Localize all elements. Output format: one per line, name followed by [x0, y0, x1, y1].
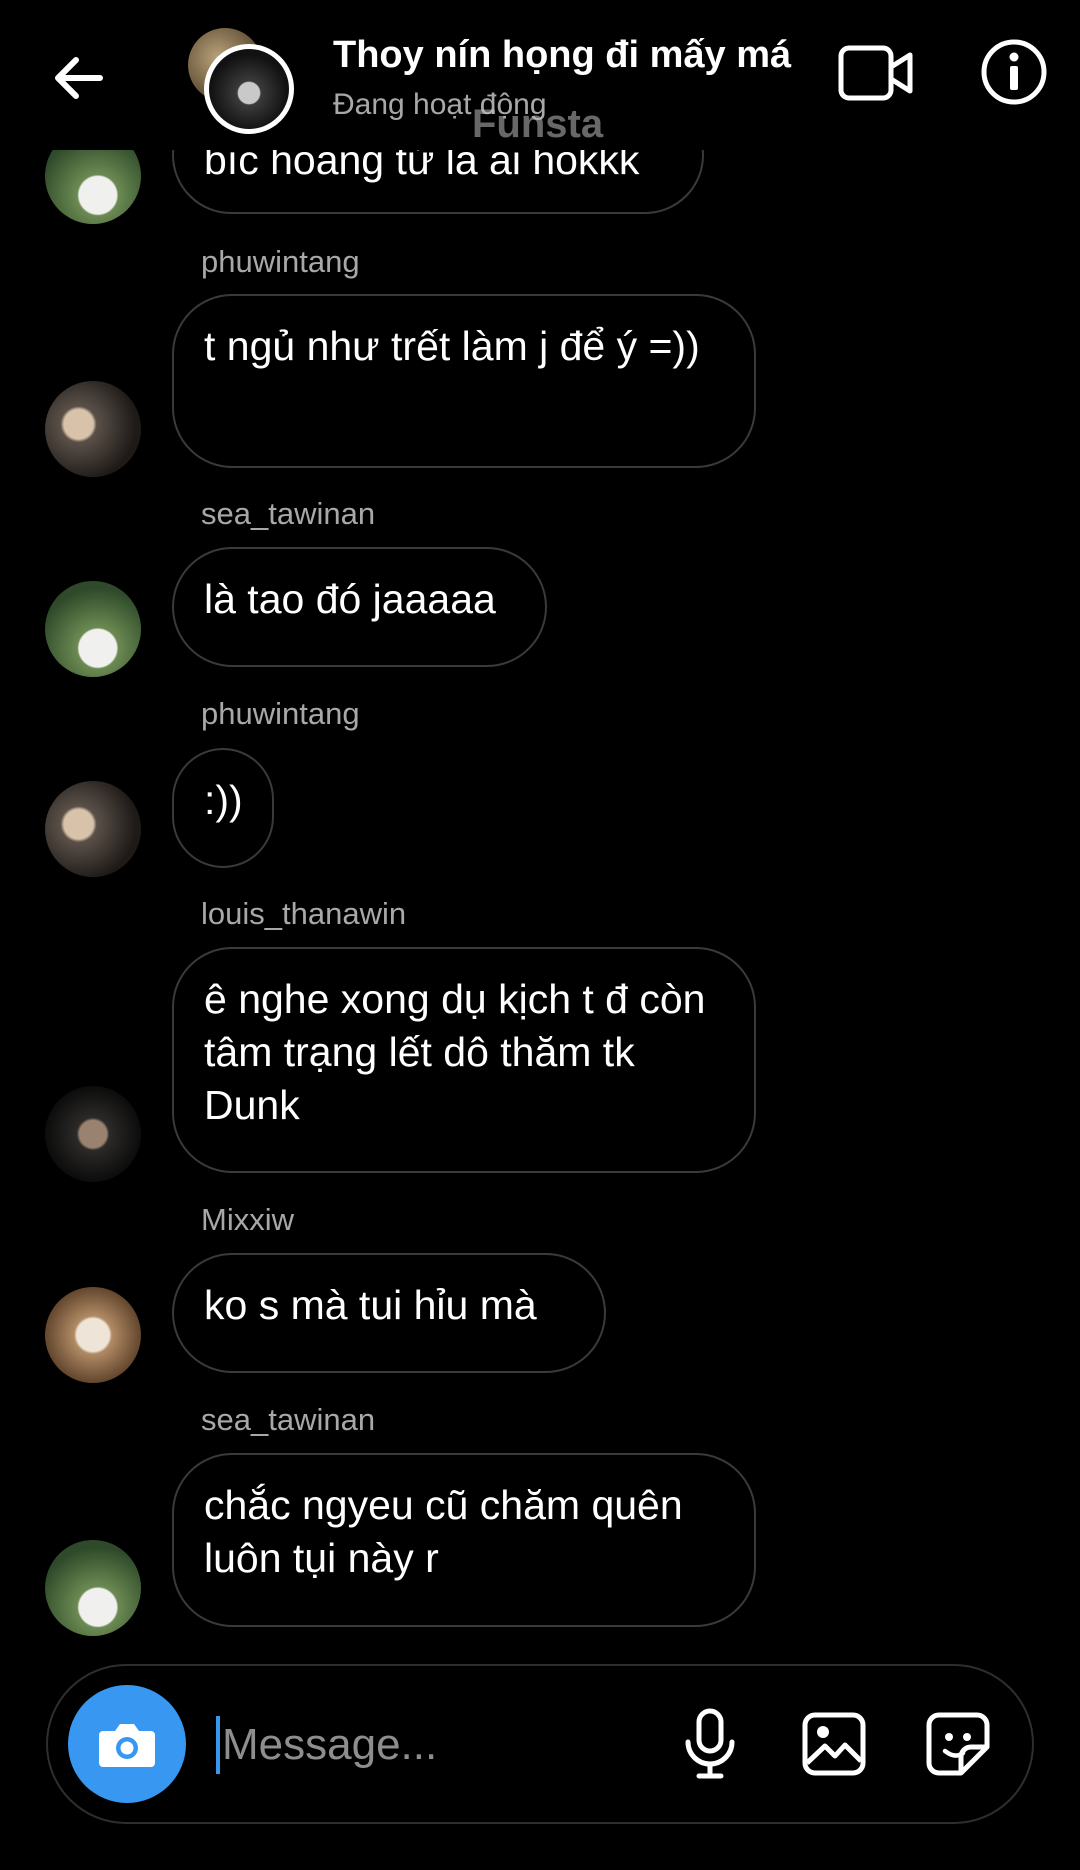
message-list[interactable]: bíc hoàng tử là ai hokkk phuwintang t ng…: [0, 0, 1080, 1650]
avatar[interactable]: [45, 1287, 141, 1383]
video-call-icon: [838, 45, 913, 101]
avatar[interactable]: [45, 1540, 141, 1636]
camera-button[interactable]: [68, 1685, 186, 1803]
sender-name: louis_thanawin: [201, 896, 407, 931]
gallery-icon: [802, 1712, 866, 1776]
message-bubble[interactable]: là tao đó jaaaaa: [172, 547, 547, 667]
chat-title[interactable]: Thoy nín họng đi mấy má: [333, 34, 791, 77]
sender-name: phuwintang: [201, 244, 360, 279]
message-composer: [46, 1664, 1034, 1824]
app-watermark: Funsta: [472, 102, 604, 146]
back-button[interactable]: [40, 40, 116, 116]
avatar[interactable]: [45, 781, 141, 877]
sender-name: sea_tawinan: [201, 1402, 376, 1437]
info-button[interactable]: [976, 34, 1052, 110]
sticker-icon: [926, 1712, 990, 1776]
sticker-button[interactable]: [918, 1704, 998, 1784]
microphone-icon: [685, 1708, 735, 1779]
sender-name: phuwintang: [201, 696, 360, 731]
member-avatar: [204, 44, 294, 134]
message-input[interactable]: [222, 1706, 622, 1784]
sender-name: sea_tawinan: [201, 496, 376, 531]
avatar[interactable]: [45, 1086, 141, 1182]
video-call-button[interactable]: [836, 40, 916, 106]
group-avatar[interactable]: [188, 26, 300, 134]
message-bubble[interactable]: t ngủ như trết làm j để ý =)): [172, 294, 756, 468]
voice-message-button[interactable]: [670, 1704, 750, 1784]
avatar[interactable]: [45, 381, 141, 477]
message-bubble[interactable]: ko s mà tui hỉu mà: [172, 1253, 606, 1373]
message-bubble[interactable]: ê nghe xong dụ kịch t đ còn tâm trạng lế…: [172, 947, 756, 1173]
camera-icon: [99, 1724, 155, 1767]
avatar[interactable]: [45, 581, 141, 677]
text-cursor: [216, 1716, 220, 1774]
info-icon: [981, 39, 1047, 105]
message-bubble[interactable]: chắc ngyeu cũ chăm quên luôn tụi này r: [172, 1453, 756, 1627]
back-arrow-icon: [55, 57, 103, 99]
gallery-button[interactable]: [794, 1704, 874, 1784]
sender-name: Mixxiw: [201, 1202, 294, 1237]
message-bubble[interactable]: :)): [172, 748, 274, 868]
